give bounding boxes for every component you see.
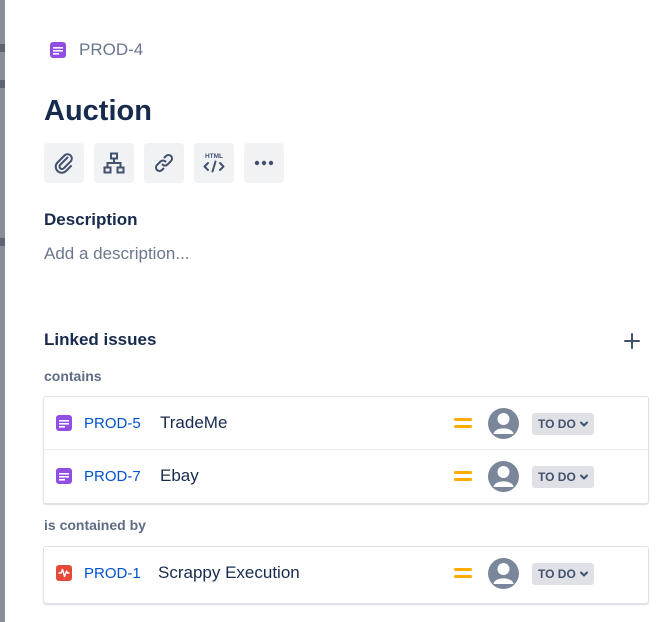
issue-detail-panel: PROD-4 Auction HTML Description Add a de… — [5, 0, 667, 622]
issue-summary[interactable]: TradeMe — [160, 413, 227, 433]
status-label: TO DO — [538, 567, 576, 581]
linked-issue-row[interactable]: PROD-5 TradeMe TO DO — [44, 397, 648, 449]
html-icon-text: HTML — [205, 153, 223, 160]
priority-medium-icon — [454, 469, 472, 483]
add-linked-issue-button[interactable] — [621, 330, 643, 352]
status-dropdown[interactable]: TO DO — [532, 413, 594, 435]
epic-icon — [56, 565, 72, 581]
more-actions-button[interactable] — [244, 143, 284, 183]
avatar-icon[interactable] — [488, 408, 519, 439]
status-dropdown[interactable]: TO DO — [532, 466, 594, 488]
description-heading: Description — [44, 210, 138, 229]
plus-icon — [624, 333, 640, 349]
status-dropdown[interactable]: TO DO — [532, 563, 594, 585]
linked-issue-group: PROD-1 Scrappy Execution TO DO — [43, 546, 649, 604]
link-issue-button[interactable] — [144, 143, 184, 183]
relation-label-is-contained-by: is contained by — [44, 517, 146, 533]
avatar-icon[interactable] — [488, 558, 519, 589]
linked-issue-group: PROD-5 TradeMe TO DO PROD-7 Ebay TO DO — [43, 396, 649, 504]
relation-label-contains: contains — [44, 368, 102, 384]
linked-issue-row[interactable]: PROD-7 Ebay TO DO — [44, 449, 648, 502]
issue-key-link[interactable]: PROD-1 — [84, 565, 141, 582]
ellipsis-icon — [254, 160, 274, 166]
linked-issue-row[interactable]: PROD-1 Scrappy Execution TO DO — [44, 547, 648, 599]
breadcrumb: PROD-4 — [50, 40, 143, 60]
story-icon — [56, 468, 72, 484]
priority-medium-icon — [454, 416, 472, 430]
attach-button[interactable] — [44, 143, 84, 183]
avatar-icon[interactable] — [488, 461, 519, 492]
chevron-down-icon — [579, 571, 588, 577]
hierarchy-icon — [103, 152, 125, 174]
html-button[interactable]: HTML — [194, 143, 234, 183]
paperclip-icon — [54, 153, 73, 174]
html-code-icon: HTML — [203, 153, 225, 173]
linked-issues-heading: Linked issues — [44, 330, 157, 349]
child-issue-button[interactable] — [94, 143, 134, 183]
issue-key-link[interactable]: PROD-7 — [84, 468, 141, 485]
chevron-down-icon — [579, 421, 588, 427]
issue-key-link[interactable]: PROD-5 — [84, 415, 141, 432]
status-label: TO DO — [538, 417, 576, 431]
issue-toolbar: HTML — [44, 143, 284, 183]
story-icon — [56, 415, 72, 431]
chevron-down-icon — [579, 474, 588, 480]
description-field[interactable]: Add a description... — [44, 244, 190, 264]
issue-title[interactable]: Auction — [44, 95, 152, 128]
issue-summary[interactable]: Ebay — [160, 466, 199, 486]
priority-medium-icon — [454, 566, 472, 580]
story-icon — [50, 42, 66, 58]
link-icon — [154, 153, 174, 173]
issue-key-link[interactable]: PROD-4 — [79, 40, 143, 60]
status-label: TO DO — [538, 470, 576, 484]
issue-summary[interactable]: Scrappy Execution — [158, 563, 300, 583]
